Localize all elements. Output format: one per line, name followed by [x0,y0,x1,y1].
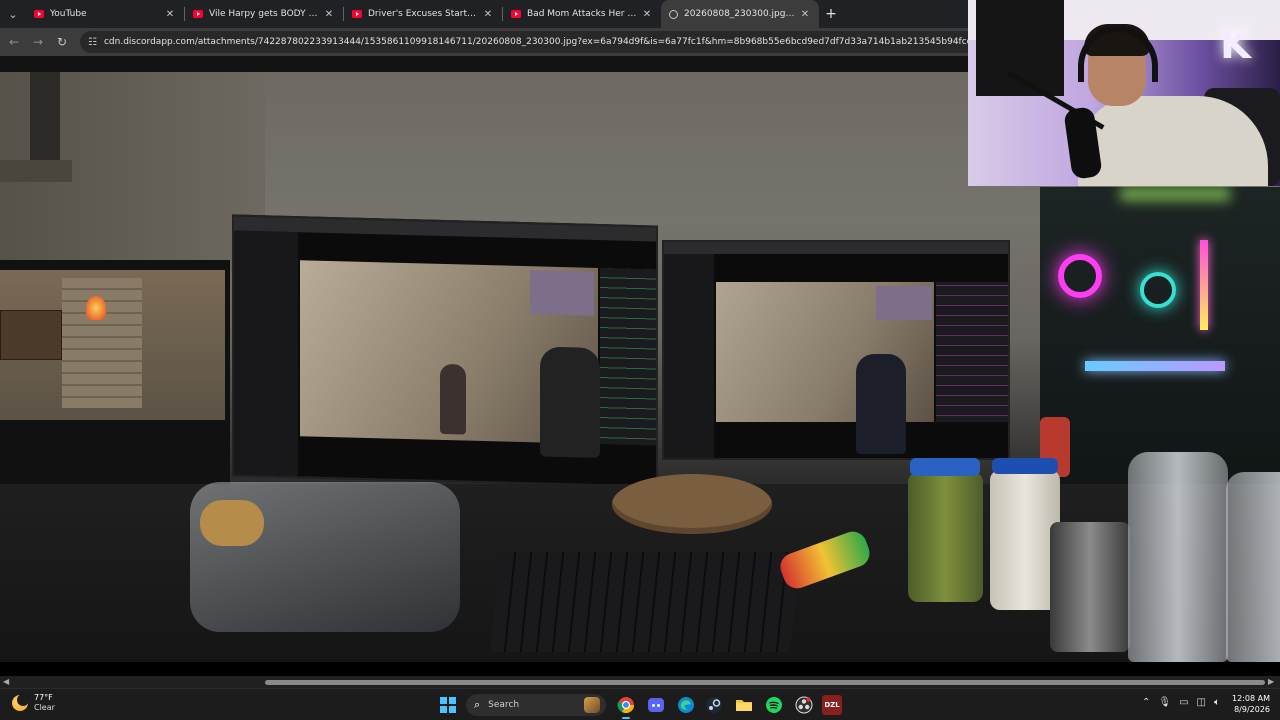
file-explorer-icon[interactable] [734,695,754,715]
steam-icon[interactable] [704,695,724,715]
tab-youtube[interactable]: YouTube ✕ [26,0,184,28]
screen: ⌄ YouTube ✕ Vile Harpy gets BODY SLAMMED… [0,0,1280,720]
dzl-app-icon[interactable]: DZL [822,695,842,715]
monitor-chat [936,282,1008,422]
globe-icon [669,9,678,19]
neon-logo: K [1220,22,1251,68]
tortillas [612,474,772,534]
tab-label: 20260808_230300.jpg (7520×2 [684,9,795,19]
obs-icon[interactable] [794,695,814,715]
network-icon[interactable]: ◫ [1197,697,1206,708]
forward-arrow-icon[interactable]: → [26,35,50,49]
youtube-icon [193,10,203,18]
pc-rgb-strip [1200,240,1208,330]
door-frame [30,72,60,162]
pc-rgb-glow [1120,187,1230,201]
scroll-right-icon[interactable]: ▶ [1268,676,1274,688]
back-arrow-icon[interactable]: ← [2,35,26,49]
discord-icon[interactable] [646,695,666,715]
scroll-left-icon[interactable]: ◀ [3,676,9,688]
tab-image-active[interactable]: 20260808_230300.jpg (7520×2 ✕ [661,0,819,28]
scrollbar-thumb[interactable] [265,680,1265,685]
monitor-sidebar [234,230,298,477]
chevron-up-icon[interactable]: ⌃ [1142,697,1150,708]
tab-label: Bad Mom Attacks Her Kids When [527,9,637,19]
youtube-icon [511,10,521,18]
microphone-icon[interactable]: 🎙︎ [1158,697,1171,708]
browser-tab-bar: ⌄ YouTube ✕ Vile Harpy gets BODY SLAMMED… [0,0,968,28]
pickle-jar [908,458,983,602]
chrome-icon[interactable] [616,695,636,719]
weather-widget[interactable]: 77°F Clear [12,693,55,713]
close-icon[interactable]: ✕ [482,9,494,20]
viewport-top-strip [0,56,968,72]
video-person [440,363,466,435]
video-officer [856,354,906,454]
right-monitor [662,240,1010,460]
windows-start-icon[interactable] [440,697,456,713]
spotify-icon[interactable] [764,695,784,715]
close-icon[interactable]: ✕ [641,9,653,20]
weather-temp: 77°F [34,693,53,702]
close-icon[interactable]: ✕ [323,9,335,20]
gpu-rgb-strip [1085,361,1225,371]
monitor-browser-bar [664,242,1008,254]
game-menu [0,310,62,360]
clock-time: 12:08 AM [1232,694,1270,703]
edge-icon[interactable] [676,695,696,715]
close-icon[interactable]: ✕ [164,9,176,20]
pc-fan-ring-teal [1140,272,1176,308]
streamer-body [1078,96,1268,186]
tab-vile-harpy[interactable]: Vile Harpy gets BODY SLAMMED ✕ [185,0,343,28]
youtube-icon [34,10,44,18]
tab-label: Vile Harpy gets BODY SLAMMED [209,9,319,19]
left-monitor [0,260,230,490]
pc-fan-ring-pink [1058,254,1102,298]
search-icon: ⌕ [474,698,481,711]
monitor-webcam-overlay [530,270,594,316]
shelf [0,160,72,182]
system-clock[interactable]: 12:08 AM 8/9/2026 [1232,693,1270,715]
address-bar[interactable]: ☷ cdn.discordapp.com/attachments/7422878… [80,31,980,53]
site-info-icon[interactable]: ☷ [88,37,97,48]
video-officer [540,346,600,459]
keyboard [489,552,801,652]
reload-icon[interactable]: ↻ [50,35,74,49]
moon-icon [12,694,29,711]
game-torch [86,296,106,320]
volume-icon[interactable]: 🔈︎ [1214,697,1220,708]
monitor-sidebar [664,254,714,458]
clock-date: 8/9/2026 [1234,705,1270,714]
close-icon[interactable]: ✕ [799,9,811,20]
system-tray: ⌃ 🎙︎ ▭ ◫ 🔈︎ [1142,697,1220,708]
tab-label: Driver's Excuses Start Falling Apart [368,9,478,19]
plus-icon[interactable]: + [819,6,843,22]
chevron-down-icon[interactable]: ⌄ [0,0,26,28]
bread-roll [200,500,264,546]
youtube-icon [352,10,362,18]
monitor-webcam-overlay [876,286,932,320]
display-icon[interactable]: ▭ [1179,697,1188,708]
drink-can [1050,522,1130,652]
search-placeholder: Search [488,700,520,710]
weather-condition: Clear [34,703,55,712]
taskbar-search[interactable]: ⌕ Search [466,694,606,716]
water-bottle [1226,472,1280,662]
taskbar: 77°F Clear ⌕ Search DZL ⌃ 🎙︎ ▭ ◫ 🔈︎ 12:0… [0,688,1280,720]
tab-bad-mom[interactable]: Bad Mom Attacks Her Kids When ✕ [503,0,661,28]
tab-drivers-excuses[interactable]: Driver's Excuses Start Falling Apart ✕ [344,0,502,28]
address-url: cdn.discordapp.com/attachments/742287802… [103,37,980,47]
search-highlight-icon [584,697,600,713]
browser-toolbar: ← → ↻ ☷ cdn.discordapp.com/attachments/7… [0,28,980,56]
water-bottle [1128,452,1228,662]
tab-label: YouTube [50,9,87,19]
streamer-webcam: K [968,0,1280,186]
monitor-chat [600,268,656,446]
left-monitor-screen [0,270,225,420]
center-monitor [232,214,658,488]
